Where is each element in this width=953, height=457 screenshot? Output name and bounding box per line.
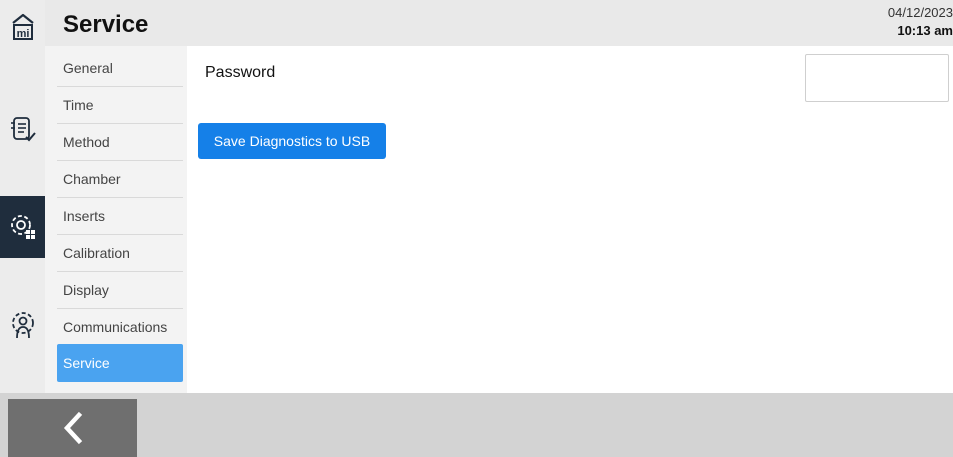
submenu-item-calibration[interactable]: Calibration [57, 235, 183, 272]
submenu-item-display[interactable]: Display [57, 272, 183, 309]
instrument-settings-button[interactable] [0, 196, 45, 258]
home-icon: mi [11, 13, 34, 40]
method-button[interactable] [0, 104, 45, 154]
icon-rail: mi [0, 0, 45, 393]
save-diagnostics-button[interactable]: Save Diagnostics to USB [198, 123, 386, 159]
header-time: 10:13 am [897, 23, 953, 38]
submenu-item-chamber[interactable]: Chamber [57, 161, 183, 198]
password-field[interactable] [805, 54, 949, 102]
submenu-item-method[interactable]: Method [57, 124, 183, 161]
method-list-icon [10, 117, 36, 142]
svg-text:mi: mi [16, 28, 29, 40]
home-button[interactable]: mi [0, 6, 45, 50]
submenu-item-time[interactable]: Time [57, 87, 183, 124]
password-label: Password [205, 64, 276, 81]
chevron-left-icon [63, 411, 82, 445]
submenu-item-service[interactable]: Service [57, 344, 183, 382]
header-bar: Service 04/12/2023 10:13 am [45, 0, 953, 46]
submenu-item-communications[interactable]: Communications [57, 309, 183, 346]
footer-bar [0, 393, 953, 457]
submenu-item-general[interactable]: General [57, 50, 183, 87]
user-settings-icon [11, 312, 34, 339]
service-submenu: General Time Method Chamber Inserts Cali… [45, 46, 187, 393]
instrument-settings-icon [10, 215, 35, 239]
page-title: Service [63, 11, 149, 38]
header-date: 04/12/2023 [887, 5, 953, 20]
user-settings-button[interactable] [0, 298, 45, 354]
submenu-item-inserts[interactable]: Inserts [57, 198, 183, 235]
back-button[interactable] [8, 399, 137, 457]
